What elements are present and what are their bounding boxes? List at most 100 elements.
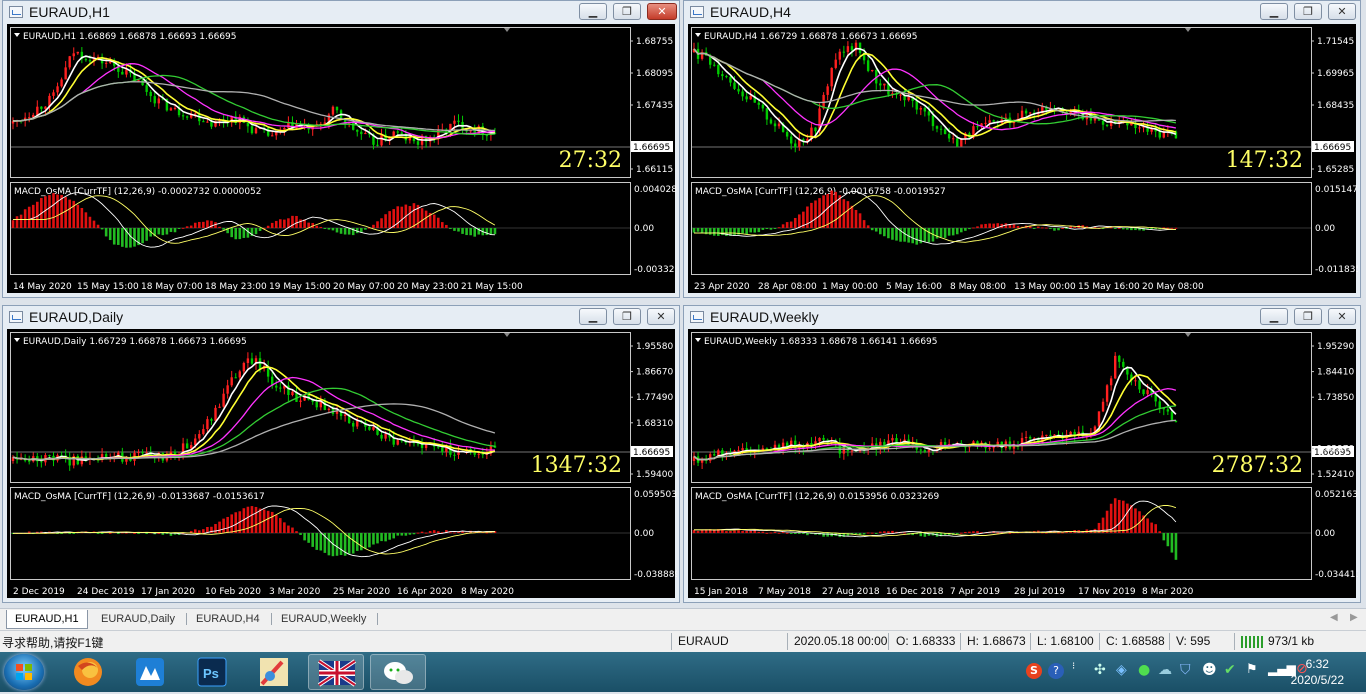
security-icon[interactable]: ✔: [1224, 662, 1236, 678]
macd-histogram-bar: [161, 533, 165, 535]
restore-button[interactable]: ❐: [1294, 308, 1322, 325]
start-button[interactable]: [4, 654, 44, 690]
macd-histogram-bar: [376, 221, 379, 228]
tabs-scroll-right-icon[interactable]: ▶: [1350, 612, 1358, 623]
macd-histogram-bar: [806, 533, 809, 536]
taskbar-flag-icon[interactable]: [308, 654, 364, 690]
network-share-icon[interactable]: ✣: [1094, 662, 1106, 678]
close-button[interactable]: ✕: [1328, 3, 1356, 20]
cloud-icon[interactable]: ☁: [1158, 662, 1172, 678]
clock[interactable]: 6:32 2020/5/22: [1291, 656, 1344, 688]
info-triangle-icon: [695, 33, 701, 37]
candle-body: [234, 377, 237, 379]
candle-body: [441, 447, 444, 452]
macd-histogram-bar: [862, 533, 866, 535]
taskbar-photoshop-icon[interactable]: Ps: [184, 654, 240, 690]
macd-histogram-bar: [996, 532, 1000, 534]
title-bar[interactable]: EURAUD,Weekly ▁ ❐ ✕: [684, 306, 1360, 328]
macd-histogram-bar: [1073, 226, 1076, 228]
candle-body: [871, 70, 874, 72]
candle-body: [218, 406, 221, 408]
macd-histogram-bar: [712, 228, 716, 236]
tab-euraud-h1[interactable]: EURAUD,H1: [6, 610, 88, 629]
macd-histogram-bar: [692, 530, 696, 533]
restore-button[interactable]: ❐: [1294, 3, 1322, 20]
macd-histogram-bar: [404, 533, 408, 536]
tabs-scroll-left-icon[interactable]: ◀: [1330, 612, 1338, 623]
macd-histogram-bar: [198, 221, 201, 228]
macd-histogram-bar: [1166, 533, 1170, 547]
close-button[interactable]: ✕: [647, 308, 675, 325]
macd-histogram-bar: [1049, 228, 1052, 229]
candle-body: [64, 67, 67, 80]
chart-canvas: EURAUD,Weekly 1.68333 1.68678 1.66141 1.…: [691, 332, 1358, 597]
wechat-tray-icon[interactable]: ●: [1138, 662, 1150, 678]
chart-window-h4[interactable]: EURAUD,H4 ▁ ❐ ✕ EURAUD,H4 1.66729 1.6687…: [683, 0, 1361, 298]
minimize-button[interactable]: ▁: [1260, 308, 1288, 325]
macd-histogram-bar: [745, 530, 748, 533]
chart-window-daily[interactable]: EURAUD,Daily ▁ ❐ ✕ EURAUD,Daily 1.66729 …: [2, 305, 680, 603]
candle-body: [360, 131, 363, 135]
chart-window-h1[interactable]: EURAUD,H1 ▁ ❐ ✕ EURAUD,H1 1.66869 1.6687…: [2, 0, 680, 298]
macd-histogram-bar: [222, 228, 225, 230]
candle-body: [818, 437, 821, 442]
candle-body: [453, 454, 456, 456]
tab-euraud-weekly[interactable]: EURAUD,Weekly: [273, 610, 374, 628]
restore-button[interactable]: ❐: [613, 3, 641, 20]
tab-euraud-h4[interactable]: EURAUD,H4: [188, 610, 268, 628]
taskbar-app-icon[interactable]: [122, 654, 178, 690]
restore-button[interactable]: ❐: [613, 308, 641, 325]
candle-body: [68, 56, 71, 68]
flag-tray-icon[interactable]: ⚑: [1246, 662, 1258, 677]
price-tick-label: 1.52410: [1317, 470, 1354, 480]
macd-histogram-bar: [1158, 531, 1162, 533]
qq-icon[interactable]: ☻: [1202, 662, 1217, 678]
macd-histogram-bar: [23, 209, 27, 228]
title-bar[interactable]: EURAUD,H1 ▁ ❐ ✕: [3, 1, 679, 23]
taskbar-paint-icon[interactable]: [246, 654, 302, 690]
minimize-button[interactable]: ▁: [579, 308, 607, 325]
macd-histogram-bar: [947, 228, 951, 236]
shield-icon[interactable]: ⛉: [1180, 662, 1191, 678]
macd-histogram-bar: [1032, 228, 1036, 229]
candle-body: [947, 134, 951, 139]
status-low: L: 1.68100: [1037, 634, 1094, 648]
chart-area[interactable]: EURAUD,H4 1.66729 1.66878 1.66673 1.6669…: [688, 24, 1358, 293]
close-button[interactable]: ✕: [647, 3, 677, 20]
chart-area[interactable]: EURAUD,H1 1.66869 1.66878 1.66693 1.6669…: [7, 24, 677, 293]
price-tick-label: 1.66115: [636, 165, 673, 175]
macd-histogram-bar: [226, 516, 229, 533]
minimize-button[interactable]: ▁: [1260, 3, 1288, 20]
macd-histogram-bar: [802, 533, 805, 534]
macd-histogram-bar: [80, 208, 84, 228]
macd-histogram-bar: [866, 532, 870, 534]
help-icon[interactable]: ?: [1048, 663, 1064, 679]
macd-histogram-bar: [964, 531, 967, 533]
macd-histogram-bar: [850, 205, 854, 228]
close-button[interactable]: ✕: [1328, 308, 1356, 325]
taskbar-wechat-icon[interactable]: [370, 654, 426, 690]
candle-body: [198, 434, 201, 439]
time-axis-label: 20 May 23:00: [397, 282, 459, 292]
title-bar[interactable]: EURAUD,Daily ▁ ❐ ✕: [3, 306, 679, 328]
chart-window-weekly[interactable]: EURAUD,Weekly ▁ ❐ ✕ EURAUD,Weekly 1.6833…: [683, 305, 1361, 603]
macd-histogram-bar: [765, 532, 769, 534]
macd-histogram-bar: [733, 228, 736, 235]
window-title: EURAUD,Weekly: [710, 309, 819, 325]
window-title: EURAUD,Daily: [29, 309, 124, 325]
candle-body: [416, 141, 420, 145]
macd-histogram-bar: [68, 199, 71, 228]
tab-euraud-daily[interactable]: EURAUD,Daily: [93, 610, 183, 628]
minimize-button[interactable]: ▁: [579, 3, 607, 20]
cube-icon[interactable]: ◈: [1116, 662, 1127, 678]
macd-histogram-bar: [388, 211, 391, 228]
chart-area[interactable]: EURAUD,Weekly 1.68333 1.68678 1.66141 1.…: [688, 329, 1358, 598]
tray-expand-icon[interactable]: ⁝: [1072, 661, 1075, 672]
chart-area[interactable]: EURAUD,Daily 1.66729 1.66878 1.66673 1.6…: [7, 329, 677, 598]
status-divider: [671, 633, 672, 650]
title-bar[interactable]: EURAUD,H4 ▁ ❐ ✕: [684, 1, 1360, 23]
macd-histogram-bar: [185, 226, 189, 228]
taskbar-firefox-icon[interactable]: [60, 654, 116, 690]
macd-histogram-bar: [315, 225, 319, 228]
sogou-ime-icon[interactable]: S: [1026, 663, 1042, 679]
